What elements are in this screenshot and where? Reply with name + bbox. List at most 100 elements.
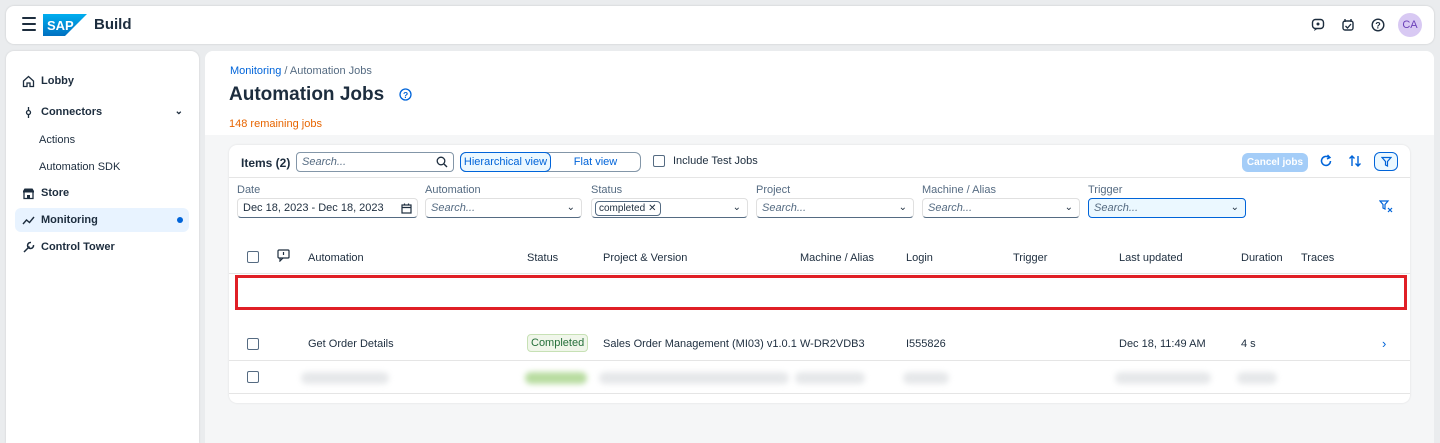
search-placeholder: Search... [302,156,347,168]
column-header-login[interactable]: Login [906,252,933,264]
column-header-duration[interactable]: Duration [1241,252,1283,264]
redacted-cell [903,372,949,384]
chevron-down-icon[interactable]: ⌄ [175,106,183,117]
date-range-input[interactable]: Dec 18, 2023 - Dec 18, 2023 [237,198,418,218]
remaining-jobs-text: 148 remaining jobs [229,118,322,130]
column-header-machine[interactable]: Machine / Alias [800,252,874,264]
machine-filter-input[interactable]: Search... ⌄ [922,198,1080,218]
sidebar-item-monitoring[interactable]: Monitoring [15,208,189,232]
cell-project: Sales Order Management (MI03) v1.0.1 [603,338,797,350]
include-test-jobs-label: Include Test Jobs [673,155,758,167]
cell-machine: W-DR2VDB3 [800,338,865,350]
filter-button[interactable] [1374,152,1398,171]
comment-icon [277,249,290,262]
automation-filter-placeholder: Search... [431,202,476,214]
row-checkbox[interactable] [247,371,259,383]
column-header-status[interactable]: Status [527,252,558,264]
flat-view-button[interactable]: Flat view [551,153,640,171]
sidebar-item-actions[interactable]: Actions [39,134,75,146]
project-filter-input[interactable]: Search... ⌄ [756,198,914,218]
automation-filter-label: Automation [425,184,481,196]
monitoring-icon [22,214,35,227]
tools-icon [22,241,35,254]
sort-icon[interactable] [1348,154,1362,168]
trigger-filter-label: Trigger [1088,184,1123,196]
chevron-down-icon[interactable]: ⌄ [567,202,575,213]
sidebar-item-lobby[interactable]: Lobby [15,69,189,93]
view-toggle: Hierarchical view Flat view [460,152,641,172]
filter-icon [1380,156,1392,167]
sidebar-item-control-tower[interactable]: Control Tower [15,235,189,259]
chevron-down-icon[interactable]: ⌄ [1231,202,1239,213]
breadcrumb-link-monitoring[interactable]: Monitoring [230,65,281,77]
project-filter-label: Project [756,184,791,196]
include-test-jobs-checkbox[interactable] [653,155,665,167]
cell-duration: 4 s [1241,338,1256,350]
date-filter-label: Date [237,184,261,196]
sidebar-item-label: Monitoring [41,214,98,226]
clear-filters-icon[interactable] [1379,200,1393,213]
side-navigation: Lobby Connectors ⌄ Actions Automation SD… [6,51,199,443]
page-header: Monitoring / Automation Jobs Automation … [205,51,1434,135]
row-highlight [235,275,1407,310]
joule-icon[interactable] [1308,15,1328,35]
column-header-automation[interactable]: Automation [308,252,364,264]
automation-filter-input[interactable]: Search... ⌄ [425,198,582,218]
avatar[interactable]: CA [1398,13,1422,37]
table-toolbar: Items (2) Search... Hierarchical view Fl… [229,145,1410,178]
chevron-down-icon[interactable]: ⌄ [1065,202,1073,213]
column-header-last-updated[interactable]: Last updated [1119,252,1183,264]
main-content: Monitoring / Automation Jobs Automation … [205,51,1434,443]
sidebar-item-store[interactable]: Store [15,181,189,205]
column-header-traces[interactable]: Traces [1301,252,1334,264]
search-icon[interactable] [436,156,448,168]
remove-token-icon[interactable]: ✕ [648,203,656,214]
notifications-icon[interactable] [1338,15,1358,35]
table-header: Automation Status Project & Version Mach… [229,240,1410,274]
sidebar-item-connectors[interactable]: Connectors ⌄ [15,100,189,124]
help-icon[interactable]: ? [399,88,412,101]
sidebar-item-label: Lobby [41,75,74,87]
active-indicator [177,217,183,223]
cell-automation: Get Order Details [308,338,394,350]
product-name: Build [94,16,132,33]
machine-filter-placeholder: Search... [928,202,973,214]
refresh-icon[interactable] [1319,154,1333,168]
redacted-cell [1237,372,1277,384]
chevron-down-icon[interactable]: ⌄ [733,202,741,213]
calendar-icon[interactable] [401,203,412,214]
breadcrumb-current: / Automation Jobs [281,65,372,77]
help-icon[interactable]: ? [1368,15,1388,35]
cell-last-updated: Dec 18, 11:49 AM [1119,338,1206,350]
include-test-jobs[interactable]: Include Test Jobs [653,155,758,167]
connector-icon [22,106,35,119]
cancel-jobs-button[interactable]: Cancel jobs [1242,153,1308,172]
machine-filter-label: Machine / Alias [922,184,996,196]
chevron-right-icon[interactable]: › [1382,336,1386,351]
date-range-value: Dec 18, 2023 - Dec 18, 2023 [243,202,384,214]
table-row[interactable]: Get Order Details Completed Sales Order … [229,328,1410,361]
menu-icon[interactable] [22,17,36,31]
trigger-filter-input[interactable]: Search... ⌄ [1088,198,1246,218]
column-header-project[interactable]: Project & Version [603,252,687,264]
store-icon [22,187,35,200]
breadcrumb: Monitoring / Automation Jobs [230,65,372,77]
sidebar-item-label: Store [41,187,70,199]
search-input[interactable]: Search... [296,152,454,172]
table-row[interactable] [229,361,1410,394]
redacted-cell [599,372,789,384]
row-checkbox[interactable] [247,338,259,350]
page-title: Automation Jobs [229,84,385,105]
redacted-cell [301,372,389,384]
home-icon [22,75,35,88]
redacted-cell [795,372,865,384]
chevron-down-icon[interactable]: ⌄ [899,202,907,213]
svg-text:?: ? [1375,21,1381,31]
sidebar-item-automation-sdk[interactable]: Automation SDK [39,161,120,173]
column-header-trigger[interactable]: Trigger [1013,252,1047,264]
status-filter-input[interactable]: completed ✕ ⌄ [591,198,748,218]
sap-logo[interactable]: SAP [43,14,87,36]
status-token-label: completed [599,202,646,214]
hierarchical-view-button[interactable]: Hierarchical view [460,152,551,172]
select-all-checkbox[interactable] [247,251,259,263]
